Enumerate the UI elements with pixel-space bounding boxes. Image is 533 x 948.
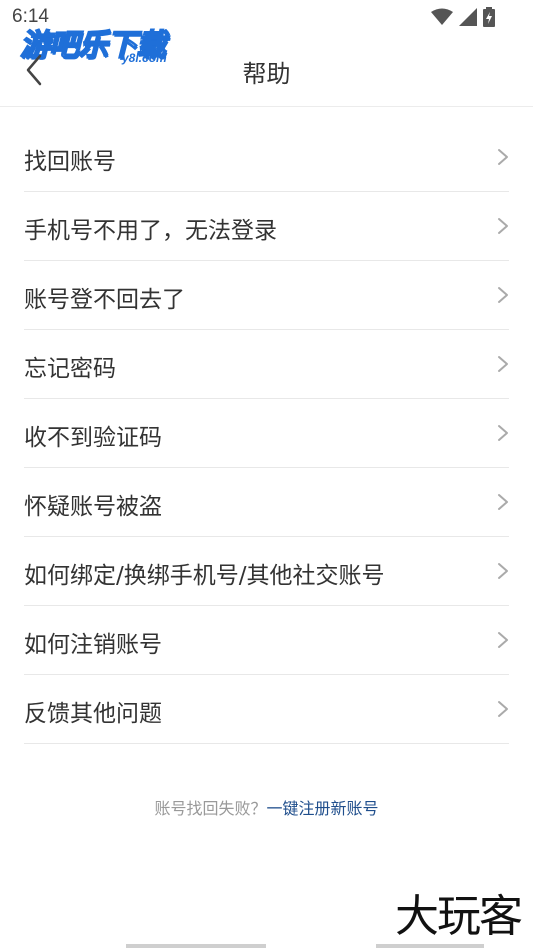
chevron-right-icon [498, 356, 508, 372]
help-item-label: 找回账号 [24, 149, 116, 175]
help-item-delete-account[interactable]: 如何注销账号 [24, 606, 509, 675]
nav-bar-segment [126, 944, 266, 948]
chevron-right-icon [498, 287, 508, 303]
help-item-account-stolen[interactable]: 怀疑账号被盗 [24, 468, 509, 537]
cell-signal-icon [459, 8, 477, 26]
help-item-label: 账号登不回去了 [24, 287, 185, 313]
header: 帮助 [0, 34, 533, 107]
help-item-label: 手机号不用了，无法登录 [24, 218, 277, 244]
footer-text: 账号找回失败？ [154, 799, 267, 818]
chevron-right-icon [498, 494, 508, 510]
battery-icon [483, 7, 495, 27]
help-item-label: 收不到验证码 [24, 425, 162, 451]
chevron-right-icon [498, 701, 508, 717]
chevron-right-icon [498, 425, 508, 441]
register-new-account-link[interactable]: 一键注册新账号 [267, 799, 379, 818]
wifi-icon [431, 8, 453, 25]
page-title: 帮助 [242, 60, 291, 88]
chevron-right-icon [498, 218, 508, 234]
help-item-no-verification-code[interactable]: 收不到验证码 [24, 399, 509, 468]
help-item-phone-unavailable[interactable]: 手机号不用了，无法登录 [24, 192, 509, 261]
footer-line: 账号找回失败？一键注册新账号 [0, 795, 533, 819]
help-item-forgot-password[interactable]: 忘记密码 [24, 330, 509, 399]
help-item-label: 反馈其他问题 [24, 701, 162, 727]
help-item-label: 如何绑定/换绑手机号/其他社交账号 [24, 563, 385, 589]
help-list: 找回账号 手机号不用了，无法登录 账号登不回去了 忘记密码 收不到验证码 怀疑账… [24, 123, 509, 744]
nav-bar-segment [376, 944, 484, 948]
status-icons [431, 7, 495, 27]
help-item-label: 如何注销账号 [24, 632, 162, 658]
chevron-right-icon [498, 563, 508, 579]
chevron-right-icon [498, 149, 508, 165]
help-item-other-feedback[interactable]: 反馈其他问题 [24, 675, 509, 744]
help-item-cannot-login[interactable]: 账号登不回去了 [24, 261, 509, 330]
help-item-label: 怀疑账号被盗 [24, 494, 162, 520]
chevron-right-icon [498, 632, 508, 648]
help-item-label: 忘记密码 [24, 356, 116, 382]
help-item-recover-account[interactable]: 找回账号 [24, 123, 509, 192]
bottom-watermark: 大玩客 [395, 891, 523, 942]
help-item-bind-phone-social[interactable]: 如何绑定/换绑手机号/其他社交账号 [24, 537, 509, 606]
help-screen: 6:14 游吧乐下载 y8l.com 帮助 找回账号 手机号不用了，无法登录 账… [0, 0, 533, 948]
